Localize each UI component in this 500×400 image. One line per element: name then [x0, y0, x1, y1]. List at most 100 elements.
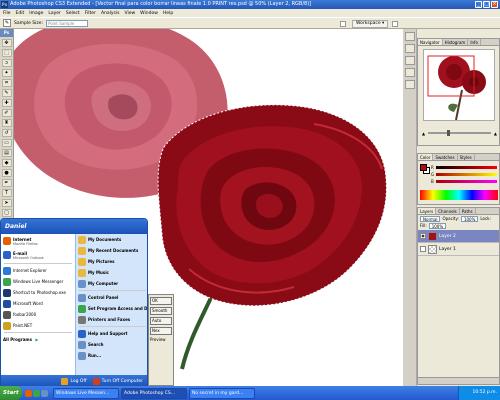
start-menu-item[interactable]: Control Panel [76, 292, 147, 303]
dock-history-icon[interactable] [404, 32, 415, 41]
foreground-background-swatch[interactable] [420, 164, 430, 174]
menu-file[interactable]: File [3, 11, 11, 16]
next-button[interactable]: Nex [150, 327, 172, 335]
ok-button[interactable]: OK [150, 297, 172, 305]
tab-channels[interactable]: Channels [436, 208, 460, 214]
history-brush-tool-icon[interactable]: ↺ [1, 129, 12, 137]
tab-swatches[interactable]: Swatches [433, 154, 458, 160]
start-menu-item[interactable]: Printers and Faxes [76, 314, 147, 325]
red-slider[interactable] [435, 166, 497, 169]
menu-analysis[interactable]: Analysis [101, 11, 120, 16]
zoom-out-icon[interactable]: ▲ [422, 131, 425, 136]
start-menu-item[interactable]: Paint.NET [1, 320, 75, 331]
menu-filter[interactable]: Filter [85, 11, 96, 16]
auto-button[interactable]: Auto [150, 317, 172, 325]
start-menu-item[interactable]: Microsoft Word [1, 298, 75, 309]
healing-tool-icon[interactable]: ✚ [1, 99, 12, 107]
firefox-quicklaunch-icon[interactable] [25, 389, 32, 397]
eyedropper-tool-icon[interactable]: ✎ [3, 19, 11, 27]
navigator-thumbnail[interactable] [423, 49, 495, 121]
zoom-slider[interactable] [428, 130, 491, 136]
start-menu-item[interactable]: My Documents [76, 234, 147, 245]
task-no-secret-in-my-garden[interactable]: No secret in my gard... [189, 387, 255, 399]
pen-tool-icon[interactable]: ✒ [1, 179, 12, 187]
stamp-tool-icon[interactable]: ♜ [1, 119, 12, 127]
task-windows-live-messenger[interactable]: Windows Live Messen... [53, 387, 119, 399]
layer-row-layer-2[interactable]: ◉ Layer 2 [418, 230, 499, 243]
menu-edit[interactable]: Edit [16, 11, 25, 16]
eraser-tool-icon[interactable]: ▭ [1, 139, 12, 147]
blue-slider[interactable] [435, 180, 497, 183]
zoom-in-icon[interactable]: ▲ [494, 131, 497, 136]
log-off-button[interactable]: Log Off [61, 377, 87, 385]
task-adobe-photoshop[interactable]: Adobe Photoshop CS... [121, 387, 187, 399]
start-menu-item[interactable]: foobar2000 [1, 309, 75, 320]
turn-off-button[interactable]: Turn Off Computer [92, 377, 143, 385]
menu-view[interactable]: View [124, 11, 135, 16]
maximize-button[interactable]: □ [483, 1, 490, 8]
menu-window[interactable]: Window [140, 11, 158, 16]
start-menu-item[interactable]: Search [76, 339, 147, 350]
color-spectrum-ramp[interactable] [420, 190, 498, 200]
start-menu-item[interactable]: Shortcut to Photoshop.exe [1, 287, 75, 298]
type-tool-icon[interactable]: T [1, 189, 12, 197]
menu-image[interactable]: Image [29, 11, 43, 16]
dock-toggle-icon[interactable] [392, 21, 398, 27]
path-select-tool-icon[interactable]: ➤ [1, 199, 12, 207]
workspace-menu-button[interactable]: Workspace ▾ [352, 20, 389, 28]
opacity-field[interactable]: 100% [460, 216, 479, 222]
desktop-quicklaunch-icon[interactable] [41, 389, 48, 397]
preview-checkbox[interactable]: Preview [150, 337, 172, 342]
dock-actions-icon[interactable] [404, 44, 415, 53]
magic-wand-tool-icon[interactable]: ✦ [1, 69, 12, 77]
start-menu-item[interactable]: Internet Explorer [1, 265, 75, 276]
crop-tool-icon[interactable]: ⌗ [1, 79, 12, 87]
sample-size-select[interactable]: Point Sample [46, 19, 89, 27]
tab-styles[interactable]: Styles [458, 154, 475, 160]
shape-tool-icon[interactable]: ▢ [1, 209, 12, 217]
gradient-tool-icon[interactable]: ▤ [1, 149, 12, 157]
move-tool-icon[interactable]: ✥ [1, 39, 12, 47]
start-menu-item[interactable]: My Recent Documents [76, 245, 147, 256]
start-menu-item[interactable]: Internet Mozilla Firefox [1, 234, 75, 248]
start-menu-item[interactable]: My Pictures [76, 256, 147, 267]
start-menu-item[interactable]: My Music [76, 267, 147, 278]
tab-info[interactable]: Info [468, 39, 481, 45]
green-slider[interactable] [436, 173, 497, 176]
tab-layers[interactable]: Layers [418, 208, 437, 214]
start-button[interactable]: Start [0, 386, 22, 400]
layer-row-layer-1[interactable]: Layer 1 [418, 243, 499, 256]
eyedropper-tool-icon[interactable]: ✎ [1, 89, 12, 97]
clock[interactable]: 10:52 p.m. [473, 390, 498, 395]
all-programs-button[interactable]: All Programs ▶ [1, 334, 75, 345]
smooth-button[interactable]: Smooth [150, 307, 172, 315]
start-menu-item[interactable]: Run... [76, 350, 147, 361]
menu-select[interactable]: Select [66, 11, 80, 16]
visibility-eye-icon[interactable] [420, 246, 426, 252]
foreground-color-swatch[interactable] [420, 164, 427, 171]
brushes-palette-icon[interactable] [340, 21, 346, 27]
dock-tool-presets-icon[interactable] [404, 68, 415, 77]
brush-tool-icon[interactable]: ✐ [1, 109, 12, 117]
tab-color[interactable]: Color [418, 154, 434, 160]
menu-layer[interactable]: Layer [48, 11, 61, 16]
menu-help[interactable]: Help [163, 11, 173, 16]
minimize-button[interactable]: _ [475, 1, 482, 8]
messenger-quicklaunch-icon[interactable] [33, 389, 40, 397]
blend-mode-select[interactable]: Normal [420, 216, 441, 222]
dodge-tool-icon[interactable]: ● [1, 169, 12, 177]
dock-brushes-icon[interactable] [404, 56, 415, 65]
lasso-tool-icon[interactable]: ↄ [1, 59, 12, 67]
start-menu-item[interactable]: Help and Support [76, 328, 147, 339]
start-menu-item[interactable]: Windows Live Messenger [1, 276, 75, 287]
marquee-tool-icon[interactable]: ⬚ [1, 49, 12, 57]
close-button[interactable]: × [491, 1, 498, 8]
dock-layer-comps-icon[interactable] [404, 80, 415, 89]
blur-tool-icon[interactable]: ◆ [1, 159, 12, 167]
start-menu-item[interactable]: Set Program Access and Defaults [76, 303, 147, 314]
start-menu-item[interactable]: My Computer [76, 278, 147, 289]
tab-paths[interactable]: Paths [460, 208, 476, 214]
tab-histogram[interactable]: Histogram [443, 39, 469, 45]
start-menu-item[interactable]: E-mail Microsoft Outlook [1, 248, 75, 262]
visibility-eye-icon[interactable]: ◉ [420, 233, 426, 239]
